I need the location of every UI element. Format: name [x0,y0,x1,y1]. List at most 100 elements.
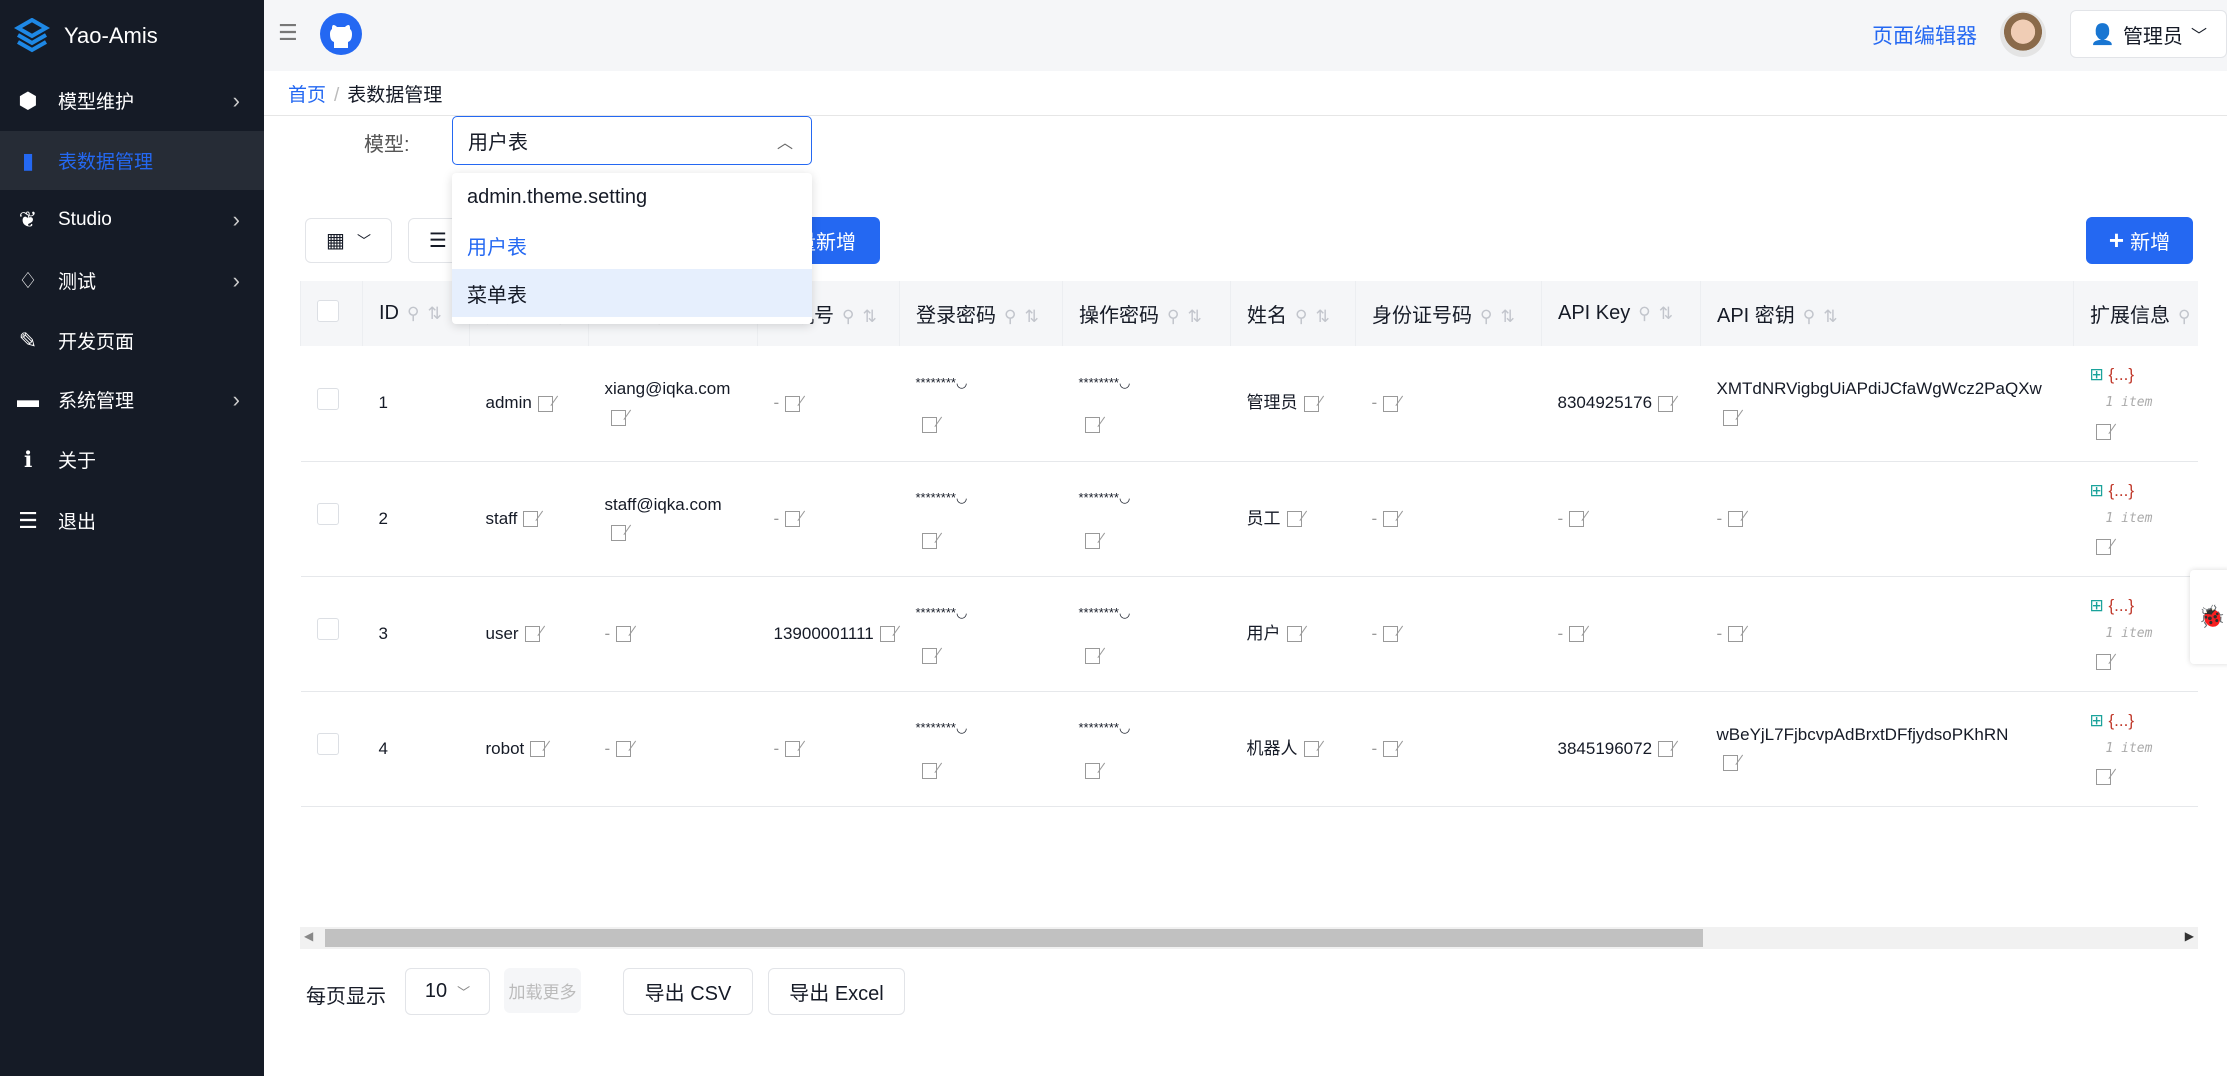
edit-icon[interactable] [537,395,553,412]
edit-icon[interactable] [616,626,632,643]
edit-icon[interactable] [879,626,895,643]
column-header[interactable]: 姓名 ⚲ ⇅ [1230,281,1356,346]
model-option[interactable]: admin.theme.setting [452,173,812,221]
eye-closed-icon[interactable]: ◡ [956,605,967,620]
edit-icon[interactable] [1383,626,1399,643]
add-button[interactable]: + 新增 [2086,217,2193,264]
edit-icon[interactable] [1569,626,1585,643]
edit-icon[interactable] [921,417,937,434]
search-icon[interactable]: ⚲ [1803,307,1815,326]
expand-icon[interactable]: ⊞ [2090,596,2109,615]
edit-icon[interactable] [1569,511,1585,528]
edit-icon[interactable] [610,409,626,426]
sort-icon[interactable]: ⇅ [1024,307,1038,326]
edit-icon[interactable] [1286,511,1302,528]
json-preview[interactable]: ⊞ {...} [2090,592,2199,620]
github-icon[interactable] [319,12,363,56]
edit-icon[interactable] [530,741,546,758]
sidebar-item[interactable]: ▮ 表数据管理 [0,131,264,190]
search-icon[interactable]: ⚲ [1167,307,1179,326]
edit-icon[interactable] [785,395,801,412]
search-icon[interactable]: ⚲ [842,307,854,326]
edit-icon[interactable] [785,511,801,528]
search-icon[interactable]: ⚲ [1638,304,1650,323]
sidebar-item[interactable]: ♢ 测试 › [0,251,264,310]
sort-icon[interactable]: ⇅ [1315,307,1329,326]
column-header[interactable]: API 密钥 ⚲ ⇅ [1700,281,2074,346]
edit-icon[interactable] [921,532,937,549]
sidebar-item[interactable]: ⬢ 模型维护 › [0,71,264,130]
sort-icon[interactable]: ⇅ [1187,307,1201,326]
per-page-select[interactable]: 10 ﹀ [405,968,490,1015]
edit-icon[interactable] [921,647,937,664]
edit-icon[interactable] [2095,423,2111,440]
column-header[interactable]: API Key ⚲ ⇅ [1541,281,1701,346]
expand-icon[interactable]: ⊞ [2090,365,2109,384]
edit-icon[interactable] [1084,762,1100,779]
load-more-button[interactable]: 加载更多 [504,968,581,1013]
sort-icon[interactable]: ⇅ [862,307,876,326]
scroll-right-arrow[interactable]: ▶ [2185,929,2194,943]
eye-closed-icon[interactable]: ◡ [956,375,967,390]
scroll-left-arrow[interactable]: ◀ [304,929,313,943]
sort-icon[interactable]: ⇅ [427,304,441,323]
json-preview[interactable]: ⊞ {...} [2090,361,2199,389]
collapse-sidebar-icon[interactable]: ☰ [278,20,298,46]
edit-icon[interactable] [610,525,626,542]
eye-closed-icon[interactable]: ◡ [1119,605,1130,620]
eye-closed-icon[interactable]: ◡ [956,490,967,505]
edit-icon[interactable] [2095,539,2111,556]
breadcrumb-home[interactable]: 首页 [288,85,326,106]
search-icon[interactable]: ⚲ [407,304,419,323]
row-checkbox[interactable] [316,618,339,640]
edit-icon[interactable] [1728,626,1744,643]
edit-icon[interactable] [2095,654,2111,671]
search-icon[interactable]: ⚲ [1480,307,1492,326]
edit-icon[interactable] [1383,511,1399,528]
sort-icon[interactable]: ⇅ [1659,304,1673,323]
edit-icon[interactable] [1084,647,1100,664]
edit-icon[interactable] [1722,409,1738,426]
horizontal-scrollbar[interactable]: ◀ ▶ [300,927,2198,949]
eye-closed-icon[interactable]: ◡ [1119,720,1130,735]
edit-icon[interactable] [1728,511,1744,528]
row-checkbox[interactable] [316,733,339,755]
search-icon[interactable]: ⚲ [1295,307,1307,326]
model-option-selected[interactable]: 用户表 [452,221,812,269]
edit-icon[interactable] [1383,395,1399,412]
eye-closed-icon[interactable]: ◡ [956,720,967,735]
expand-icon[interactable]: ⊞ [2090,481,2109,500]
sort-icon[interactable]: ⇅ [1823,307,1837,326]
user-menu-button[interactable]: 👤 管理员 ﹀ [2070,10,2227,58]
select-all-checkbox[interactable] [317,299,339,322]
search-icon[interactable]: ⚲ [1004,307,1016,326]
model-option-hovered[interactable]: 菜单表 [452,269,812,317]
eye-closed-icon[interactable]: ◡ [1119,490,1130,505]
edit-icon[interactable] [1286,626,1302,643]
sidebar-item[interactable]: ☰ 退出 [0,491,264,550]
edit-icon[interactable] [1303,395,1319,412]
edit-icon[interactable] [1303,741,1319,758]
json-preview[interactable]: ⊞ {...} [2090,477,2199,505]
sidebar-item[interactable]: ❦ Studio › [0,190,264,249]
edit-icon[interactable] [1658,741,1674,758]
sidebar-item[interactable]: ✎ 开发页面 [0,311,264,370]
row-checkbox[interactable] [316,503,339,525]
edit-icon[interactable] [1383,741,1399,758]
sidebar-item[interactable]: ▬ 系统管理 › [0,370,264,429]
edit-icon[interactable] [785,741,801,758]
edit-icon[interactable] [921,762,937,779]
row-checkbox[interactable] [316,387,339,410]
edit-icon[interactable] [1658,395,1674,412]
column-header[interactable]: 登录密码 ⚲ ⇅ [899,281,1063,346]
edit-icon[interactable] [1084,532,1100,549]
sort-icon[interactable]: ⇅ [1500,307,1514,326]
edit-icon[interactable] [2095,769,2111,786]
edit-icon[interactable] [524,626,540,643]
brand[interactable]: Yao-Amis [0,0,264,71]
scrollbar-thumb[interactable] [325,929,1703,947]
sidebar-item[interactable]: ℹ 关于 [0,430,264,489]
edit-icon[interactable] [523,511,539,528]
export-excel-button[interactable]: 导出 Excel [768,968,905,1015]
edit-icon[interactable] [616,741,632,758]
